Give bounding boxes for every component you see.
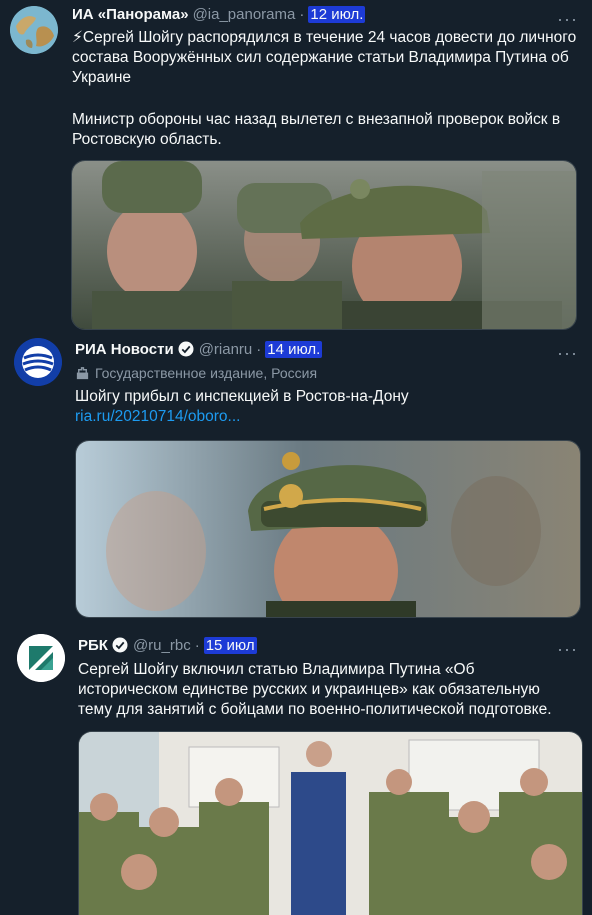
- tweet-date[interactable]: 14 июл.: [265, 340, 323, 358]
- avatar-rbc[interactable]: [17, 634, 65, 682]
- author-handle[interactable]: @ru_rbc: [133, 637, 191, 654]
- tweet-link[interactable]: ria.ru/20210714/oboro...: [75, 407, 240, 427]
- globe-icon: [10, 6, 58, 54]
- avatar-ria[interactable]: [14, 338, 62, 386]
- separator-dot: ·: [299, 6, 305, 23]
- ria-logo-icon: [14, 338, 62, 386]
- tweet-image[interactable]: [75, 440, 581, 618]
- author-name[interactable]: РИА Новости: [75, 341, 174, 358]
- tweet-rbc[interactable]: РБК @ru_rbc · 15 июл ··· Сергей Шойгу вк…: [0, 620, 592, 915]
- more-options-button[interactable]: ···: [557, 640, 578, 658]
- tweet-text: Сергей Шойгу включил статью Владимира Пу…: [78, 661, 552, 718]
- state-media-icon: [76, 366, 89, 379]
- author-name[interactable]: РБК: [78, 637, 108, 654]
- rbc-logo-icon: [17, 634, 65, 682]
- separator-dot: ·: [256, 340, 262, 358]
- verified-badge-icon: [178, 341, 194, 357]
- avatar-panorama[interactable]: [10, 6, 58, 54]
- tweet-text: ⚡Сергей Шойгу распорядился в течение 24 …: [72, 29, 577, 86]
- author-name[interactable]: ИА «Панорама»: [72, 6, 189, 23]
- minister-photo: [76, 441, 580, 617]
- tweet-image[interactable]: [78, 731, 583, 915]
- more-options-button[interactable]: ···: [557, 10, 578, 28]
- officers-photo: [72, 161, 576, 329]
- author-handle[interactable]: @ia_panorama: [193, 6, 296, 23]
- state-media-text: Государственное издание, Россия: [95, 365, 318, 381]
- verified-badge-icon: [112, 637, 128, 653]
- state-media-label[interactable]: Государственное издание, Россия: [75, 365, 317, 381]
- author-handle[interactable]: @rianru: [199, 341, 253, 358]
- tweet-text: Шойгу прибыл с инспекцией в Ростов-на-До…: [75, 388, 409, 405]
- tweet-image[interactable]: [71, 160, 577, 330]
- tweet-date[interactable]: 12 июл.: [308, 6, 366, 23]
- classroom-photo: [79, 732, 582, 915]
- tweet-date[interactable]: 15 июл: [203, 636, 257, 654]
- more-options-button[interactable]: ···: [557, 344, 578, 362]
- tweet-panorama[interactable]: ИА «Панорама» @ia_panorama · 12 июл. ···…: [0, 0, 592, 330]
- tweet-ria[interactable]: РИА Новости @rianru · 14 июл. ··· Госуда…: [0, 330, 592, 620]
- separator-dot: ·: [194, 636, 200, 654]
- tweet-text-secondary: Министр обороны час назад вылетел с внез…: [72, 111, 561, 148]
